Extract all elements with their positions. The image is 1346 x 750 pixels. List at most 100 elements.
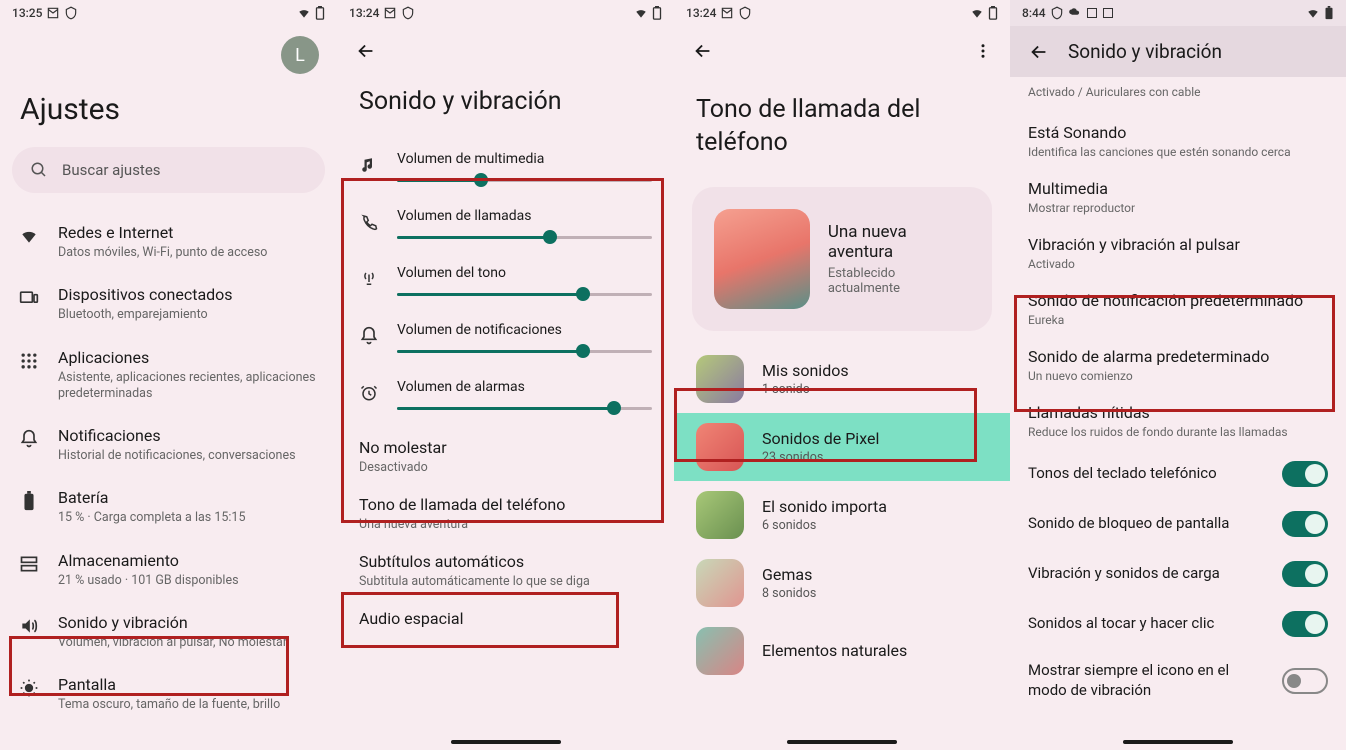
sound-category[interactable]: Elementos naturales [674,617,1010,685]
shield-icon [738,6,752,20]
settings-item-battery[interactable]: Batería 15 % · Carga completa a las 15:1… [0,476,337,538]
back-button[interactable] [1028,41,1050,63]
toggle-switch[interactable] [1282,511,1328,537]
category-title: Elementos naturales [762,641,907,660]
toggle-label: Tonos del teclado telefónico [1028,464,1270,484]
settings-item-apps[interactable]: Aplicaciones Asistente, aplicaciones rec… [0,336,337,415]
option-title: No molestar [359,438,652,457]
storage-icon [18,553,40,575]
settings-entry[interactable]: Sonido de notificación predeterminado Eu… [1010,281,1346,337]
category-title: Gemas [762,565,816,584]
slider-track[interactable] [397,179,652,182]
toggle-row: Sonido de bloqueo de pantalla [1010,499,1346,549]
panel-ringtone: 13:24 Tono de llamada del teléfono Una n… [674,0,1010,750]
sound-category[interactable]: Gemas 8 sonidos [674,549,1010,617]
battery-icon [18,490,40,512]
back-button[interactable] [692,40,714,62]
status-time: 13:24 [686,6,716,20]
window-icon-2 [1102,7,1114,19]
status-time: 13:25 [12,6,42,20]
window-icon [1086,7,1098,19]
settings-item-title: Pantalla [58,675,319,694]
battery-icon [1324,6,1334,20]
wifi-icon [634,6,648,20]
category-thumb [696,627,744,675]
ringtone-title: Una nueva aventura [828,222,970,262]
back-button[interactable] [337,26,674,70]
avatar[interactable]: L [281,36,319,74]
toggle-label: Sonido de bloqueo de pantalla [1028,514,1270,534]
header-title: Sonido y vibración [1068,40,1222,63]
settings-entry[interactable]: Llamadas nítidas Reduce los ruidos de fo… [1010,393,1346,449]
option-title: Tono de llamada del teléfono [359,495,652,514]
settings-item-sound[interactable]: Sonido y vibración Volumen, vibración al… [0,601,337,663]
display-icon [18,677,40,699]
ringtone-sub: Establecido actualmente [828,266,970,296]
search-input[interactable]: Buscar ajustes [12,147,325,193]
search-placeholder: Buscar ajustes [62,161,161,179]
slider-label: Volumen de notificaciones [397,322,652,338]
settings-item-title: Aplicaciones [58,348,319,367]
gmail-icon [383,6,397,20]
volume-slider-phone[interactable]: Volumen de llamadas [337,200,674,257]
entry-sub: Reduce los ruidos de fondo durante las l… [1028,425,1328,439]
toggle-row: Mostrar siempre el icono en el modo de v… [1010,649,1346,712]
slider-track[interactable] [397,236,652,239]
alarm-icon [359,383,379,403]
settings-item-title: Almacenamiento [58,551,319,570]
devices-icon [18,287,40,309]
settings-entry[interactable]: Multimedia Mostrar reproductor [1010,169,1346,225]
battery-icon [315,6,325,20]
toggle-switch[interactable] [1282,668,1328,694]
option-sub: Desactivado [359,460,652,475]
top-sub: Activado / Auriculares con cable [1028,85,1328,99]
settings-item-wifi[interactable]: Redes e Internet Datos móviles, Wi-Fi, p… [0,211,337,273]
sound-category[interactable]: El sonido importa 6 sonidos [674,481,1010,549]
sound-category[interactable]: Mis sonidos 1 sonido [674,345,1010,413]
settings-entry[interactable]: Está Sonando Identifica las canciones qu… [1010,113,1346,169]
page-title: Ajustes [0,74,337,147]
status-bar: 13:24 [337,0,674,26]
toggle-label: Vibración y sonidos de carga [1028,564,1270,584]
slider-track[interactable] [397,407,652,410]
toggle-label: Mostrar siempre el icono en el modo de v… [1028,661,1270,700]
shield-icon [401,6,415,20]
volume-slider-alarm[interactable]: Volumen de alarmas [337,371,674,428]
entry-sub: Identifica las canciones que estén sonan… [1028,145,1328,159]
option-title: Audio espacial [359,609,652,628]
toggle-switch[interactable] [1282,461,1328,487]
settings-item-sub: Datos móviles, Wi-Fi, punto de acceso [58,245,319,261]
settings-item-bell[interactable]: Notificaciones Historial de notificacion… [0,414,337,476]
settings-item-title: Sonido y vibración [58,613,319,632]
settings-entry[interactable]: Sonido de alarma predeterminado Un nuevo… [1010,337,1346,393]
bell-icon [359,326,379,346]
entry-title: Sonido de notificación predeterminado [1028,291,1328,310]
sound-option[interactable]: Audio espacial [337,599,674,641]
settings-entry[interactable]: Vibración y vibración al pulsar Activado [1010,225,1346,281]
search-icon [30,161,48,179]
volume-slider-ring[interactable]: Volumen del tono [337,257,674,314]
volume-slider-music[interactable]: Volumen de multimedia [337,143,674,200]
sound-option[interactable]: Tono de llamada del teléfono Una nueva a… [337,485,674,542]
volume-slider-bell[interactable]: Volumen de notificaciones [337,314,674,371]
slider-track[interactable] [397,350,652,353]
settings-item-sub: Asistente, aplicaciones recientes, aplic… [58,370,319,403]
sound-category[interactable]: Sonidos de Pixel 23 sonidos [674,413,1010,481]
entry-sub: Mostrar reproductor [1028,201,1328,215]
more-menu-button[interactable] [974,42,992,60]
ringtone-thumb [714,209,810,309]
wifi-icon [18,225,40,247]
shield-icon [64,6,78,20]
toggle-switch[interactable] [1282,611,1328,637]
current-ringtone-card[interactable]: Una nueva aventura Establecido actualmen… [692,187,992,331]
settings-item-title: Notificaciones [58,426,319,445]
toggle-switch[interactable] [1282,561,1328,587]
settings-item-display[interactable]: Pantalla Tema oscuro, tamaño de la fuent… [0,663,337,725]
settings-item-title: Dispositivos conectados [58,285,319,304]
sound-option[interactable]: Subtítulos automáticos Subtitula automát… [337,542,674,599]
slider-track[interactable] [397,293,652,296]
settings-item-storage[interactable]: Almacenamiento 21 % usado · 101 GB dispo… [0,539,337,601]
gmail-icon [720,6,734,20]
settings-item-devices[interactable]: Dispositivos conectados Bluetooth, empar… [0,273,337,335]
sound-option[interactable]: No molestar Desactivado [337,428,674,485]
